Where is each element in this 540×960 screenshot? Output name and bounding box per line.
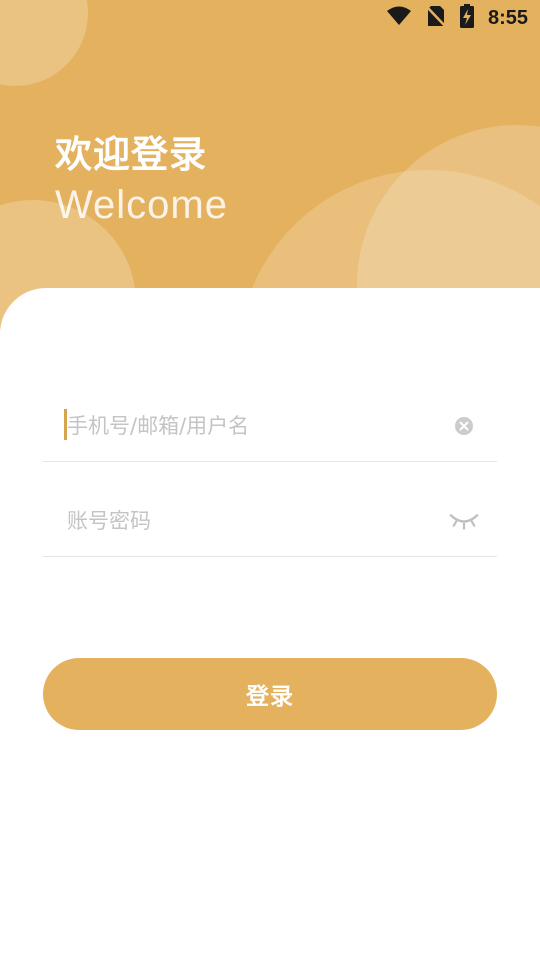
- password-field: [43, 486, 497, 557]
- text-cursor: [64, 409, 67, 440]
- clear-icon[interactable]: [449, 413, 479, 439]
- password-input[interactable]: [65, 508, 429, 534]
- login-card: [0, 288, 540, 960]
- eye-closed-icon[interactable]: [449, 508, 479, 534]
- no-sim-icon: [426, 5, 446, 31]
- login-button[interactable]: 登录: [43, 658, 497, 730]
- wifi-icon: [386, 6, 412, 30]
- battery-charging-icon: [459, 4, 474, 32]
- username-field: [43, 391, 497, 462]
- status-time: 8:55: [487, 6, 528, 29]
- username-input[interactable]: [65, 413, 429, 439]
- welcome-title: 欢迎登录: [55, 133, 207, 176]
- welcome-subtitle: Welcome: [55, 183, 228, 227]
- header-banner: 欢迎登录 Welcome: [0, 0, 540, 330]
- status-bar: 8:55: [0, 0, 540, 36]
